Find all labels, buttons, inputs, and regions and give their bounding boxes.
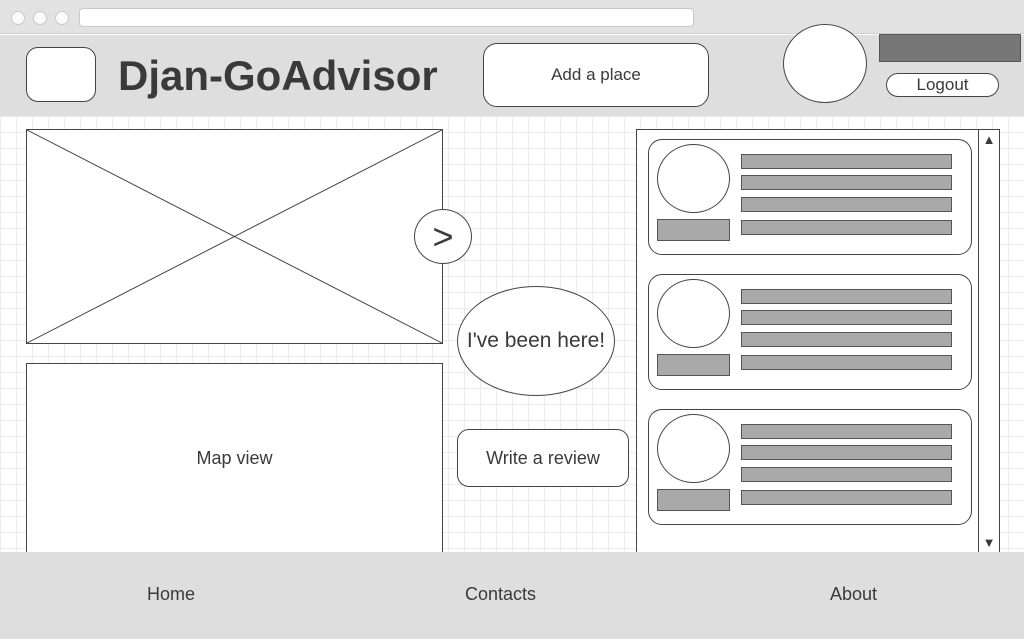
reviewer-avatar — [657, 144, 730, 213]
review-text-line — [741, 310, 952, 325]
review-text-line — [741, 289, 952, 304]
image-placeholder-icon — [27, 130, 442, 343]
review-text-line — [741, 467, 952, 482]
reviewer-avatar — [657, 279, 730, 348]
address-bar[interactable] — [79, 8, 694, 27]
reviewer-name-placeholder — [657, 354, 730, 376]
review-text-line — [741, 355, 952, 370]
review-text-line — [741, 154, 952, 169]
review-text-line — [741, 445, 952, 460]
scroll-up-icon[interactable]: ▲ — [979, 132, 999, 148]
next-image-button[interactable]: > — [414, 209, 472, 264]
scroll-down-icon[interactable]: ▼ — [979, 535, 999, 551]
site-title: Djan-GoAdvisor — [118, 52, 438, 99]
reviews-scrollbar[interactable]: ▲ ▼ — [978, 129, 1000, 553]
review-text-line — [741, 175, 952, 190]
reviewer-name-placeholder — [657, 489, 730, 511]
place-image-placeholder — [26, 129, 443, 344]
username-placeholder — [879, 34, 1021, 62]
window-maximize-dot[interactable] — [55, 11, 69, 25]
reviewer-avatar — [657, 414, 730, 483]
been-here-button[interactable]: I've been here! — [457, 286, 615, 396]
map-view[interactable]: Map view — [26, 363, 443, 553]
map-view-label: Map view — [196, 447, 273, 468]
window-close-dot[interactable] — [11, 11, 25, 25]
review-text-line — [741, 424, 952, 439]
review-text-line — [741, 490, 952, 505]
review-text-line — [741, 197, 952, 212]
add-place-button[interactable]: Add a place — [483, 43, 709, 107]
logo-placeholder[interactable] — [26, 47, 96, 102]
footer-link-about[interactable]: About — [830, 584, 877, 605]
logout-button[interactable]: Logout — [886, 73, 999, 97]
write-review-button[interactable]: Write a review — [457, 429, 629, 487]
user-avatar[interactable] — [783, 24, 867, 103]
footer-link-contacts[interactable]: Contacts — [465, 584, 536, 605]
review-text-line — [741, 332, 952, 347]
reviewer-name-placeholder — [657, 219, 730, 241]
review-text-line — [741, 220, 952, 235]
footer-link-home[interactable]: Home — [147, 584, 195, 605]
window-minimize-dot[interactable] — [33, 11, 47, 25]
